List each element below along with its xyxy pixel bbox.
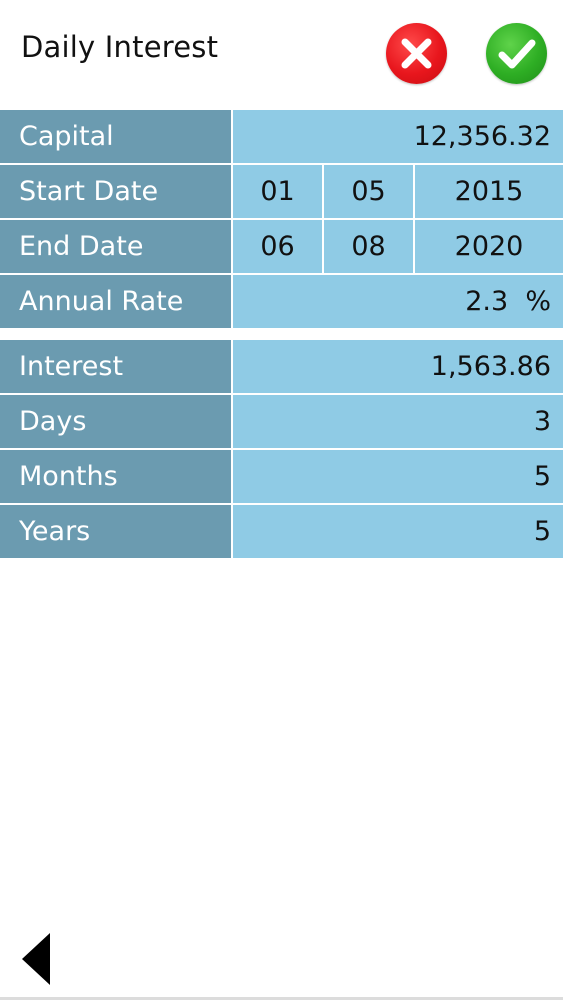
start-month-field[interactable]: 05 bbox=[324, 165, 415, 218]
results-table: Interest 1,563.86 Days 3 Months 5 Years … bbox=[0, 340, 563, 558]
start-date-label: Start Date bbox=[0, 165, 233, 218]
annual-rate-field[interactable]: 2.3 % bbox=[233, 275, 563, 328]
start-date-row: Start Date 01 05 2015 bbox=[0, 165, 563, 220]
checkmark-icon bbox=[498, 39, 536, 69]
years-label: Years bbox=[0, 505, 233, 558]
end-day-field[interactable]: 06 bbox=[233, 220, 324, 273]
end-date-label: End Date bbox=[0, 220, 233, 273]
back-arrow-icon bbox=[22, 933, 50, 985]
back-button[interactable] bbox=[20, 932, 52, 986]
input-table: Capital 12,356.32 Start Date 01 05 2015 … bbox=[0, 110, 563, 328]
months-label: Months bbox=[0, 450, 233, 503]
annual-rate-label: Annual Rate bbox=[0, 275, 233, 328]
header: Daily Interest bbox=[0, 0, 563, 108]
cancel-button[interactable] bbox=[386, 23, 447, 84]
annual-rate-row: Annual Rate 2.3 % bbox=[0, 275, 563, 328]
capital-row: Capital 12,356.32 bbox=[0, 110, 563, 165]
end-date-row: End Date 06 08 2020 bbox=[0, 220, 563, 275]
start-year-field[interactable]: 2015 bbox=[415, 165, 563, 218]
interest-row: Interest 1,563.86 bbox=[0, 340, 563, 395]
end-year-field[interactable]: 2020 bbox=[415, 220, 563, 273]
end-month-field[interactable]: 08 bbox=[324, 220, 415, 273]
interest-value: 1,563.86 bbox=[233, 340, 563, 393]
start-day-field[interactable]: 01 bbox=[233, 165, 324, 218]
days-row: Days 3 bbox=[0, 395, 563, 450]
days-value: 3 bbox=[233, 395, 563, 448]
capital-label: Capital bbox=[0, 110, 233, 163]
page-title: Daily Interest bbox=[21, 30, 219, 64]
months-row: Months 5 bbox=[0, 450, 563, 505]
capital-field[interactable]: 12,356.32 bbox=[233, 110, 563, 163]
months-value: 5 bbox=[233, 450, 563, 503]
confirm-button[interactable] bbox=[486, 23, 547, 84]
interest-label: Interest bbox=[0, 340, 233, 393]
years-value: 5 bbox=[233, 505, 563, 558]
close-icon bbox=[401, 38, 432, 69]
days-label: Days bbox=[0, 395, 233, 448]
years-row: Years 5 bbox=[0, 505, 563, 558]
